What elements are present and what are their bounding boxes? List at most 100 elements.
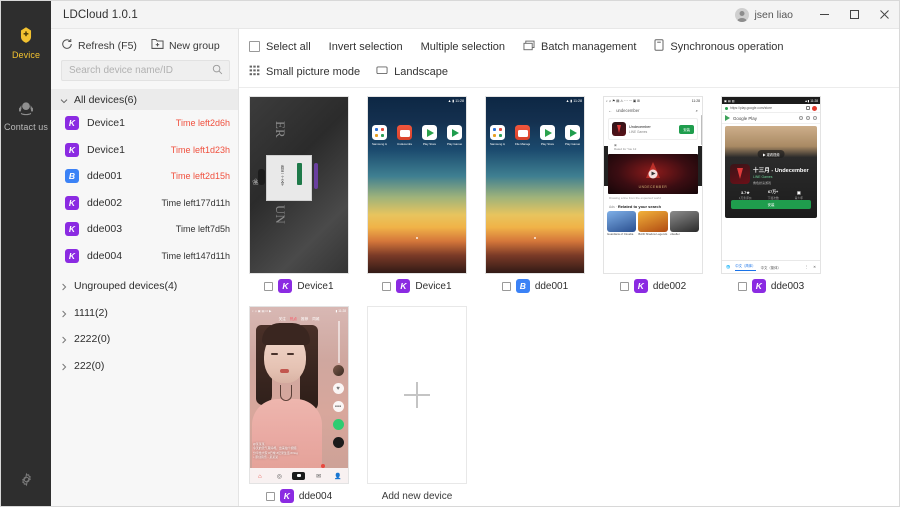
chrome-screen: ▣ ▤ ▥▲▮ 11:28https://play.google.com/sto… <box>722 97 820 273</box>
device-card-checkbox[interactable] <box>382 282 391 291</box>
sidebar-group[interactable]: 2222(0) <box>51 326 238 353</box>
comment-icon: ▪▪▪ <box>333 401 344 412</box>
home-app-icon[interactable]: Play Store <box>540 125 555 146</box>
translate-menu-icon[interactable]: ⋮ <box>805 265 808 269</box>
home-app-icon[interactable]: Undecember <box>397 125 412 146</box>
install-button[interactable]: 安装 <box>731 200 811 209</box>
select-all-button[interactable]: Select all <box>249 41 311 53</box>
home-app-icon[interactable]: Play Games <box>447 125 462 146</box>
batch-management-button[interactable]: Batch management <box>523 40 636 54</box>
search-icon[interactable]: ⌕ <box>696 108 698 113</box>
sidebar-device-row[interactable]: KDevice1Time left1d23h <box>51 137 238 164</box>
settings-button[interactable] <box>1 472 51 492</box>
sidebar-group-all-devices[interactable]: All devices(6) <box>51 89 238 110</box>
device-card[interactable]: ♪ ♫ ▣ ▤ ⊡ ▶▮ 11:28关注热点推荐同城♥▪▪▪@某某某今天的天气真… <box>249 306 349 506</box>
synchronous-operation-button[interactable]: Synchronous operation <box>654 39 783 54</box>
search-icon[interactable] <box>799 116 803 120</box>
refresh-button[interactable]: Refresh (F5) <box>61 38 137 53</box>
play-search-bar[interactable]: ←undecember⌕ <box>608 105 698 116</box>
tiktok-nav-item[interactable]: ◎朋友 <box>272 465 286 484</box>
device-screen-preview[interactable]: ▣ ▤ ▥▲▮ 11:28https://play.google.com/sto… <box>721 96 821 274</box>
rail-item-device[interactable]: Device <box>1 17 51 67</box>
related-app-tile[interactable]: Lifeafter <box>670 211 699 240</box>
small-picture-mode-button[interactable]: Small picture mode <box>249 65 360 79</box>
multiple-selection-button[interactable]: Multiple selection <box>421 41 505 53</box>
back-arrow-icon[interactable]: ← <box>608 108 612 113</box>
tiktok-tab[interactable]: 关注 <box>279 317 286 322</box>
device-card[interactable]: ▲▮11:28Samsung AppsUndecemberPlay StoreP… <box>367 96 467 298</box>
page-scrollbar[interactable] <box>338 321 339 363</box>
page-scrollbar[interactable] <box>701 115 703 145</box>
install-button[interactable]: 安装 <box>679 125 694 134</box>
device-screen-preview[interactable]: ▲▮11:28Samsung AppsFile ManagerPlay Stor… <box>485 96 585 274</box>
tiktok-tab[interactable]: 热点 <box>290 317 297 322</box>
menu-icon[interactable] <box>812 106 817 111</box>
tiktok-nav-item[interactable]: ✉消息 <box>312 465 326 484</box>
music-disc[interactable] <box>333 437 344 448</box>
settings-icon[interactable] <box>813 116 817 120</box>
device-card-checkbox[interactable] <box>502 282 511 291</box>
device-card-footer: Kdde003 <box>721 274 821 298</box>
sidebar-device-row[interactable]: Kdde002Time left177d11h <box>51 190 238 217</box>
device-card[interactable]: ▲▮11:28Samsung AppsFile ManagerPlay Stor… <box>485 96 585 298</box>
home-app-icon[interactable]: File Manager <box>515 125 530 146</box>
device-card-checkbox[interactable] <box>264 282 273 291</box>
device-card-checkbox[interactable] <box>620 282 629 291</box>
tiktok-tab[interactable]: 同城 <box>312 317 319 322</box>
sidebar-group[interactable]: Ungrouped devices(4) <box>51 273 238 300</box>
sidebar-group[interactable]: 1111(2) <box>51 300 238 327</box>
add-new-device-card[interactable]: Add new device <box>367 306 467 506</box>
home-app-icon[interactable]: Samsung Apps <box>490 125 505 146</box>
sidebar-device-row[interactable]: KDevice1Time left2d6h <box>51 110 238 137</box>
checkbox-icon[interactable] <box>249 41 260 52</box>
device-card-checkbox[interactable] <box>738 282 747 291</box>
search-input[interactable] <box>62 65 229 76</box>
sidebar-device-row[interactable]: Kdde004Time left147d11h <box>51 243 238 270</box>
landscape-button[interactable]: Landscape <box>376 65 448 79</box>
minimize-button[interactable] <box>809 1 839 29</box>
tiktok-create-button[interactable] <box>292 472 306 480</box>
related-app-tile[interactable]: BAID Shadow Legends <box>638 211 667 240</box>
tiktok-nav-item[interactable]: ⌂首页 <box>253 465 267 484</box>
sidebar-device-row[interactable]: Kdde003Time left7d5h <box>51 216 238 243</box>
invert-selection-button[interactable]: Invert selection <box>329 41 403 53</box>
comment-button[interactable]: ▪▪▪ <box>333 401 344 412</box>
device-card[interactable]: ♪ ♫ ⚑ ▤ ⚠ ⋯ ⋯ ▣ ⊞11:28←undecember⌕Undece… <box>603 96 703 298</box>
help-icon[interactable] <box>806 116 810 120</box>
tabs-icon[interactable] <box>806 106 810 110</box>
new-group-button[interactable]: New group <box>151 38 220 53</box>
play-button-icon[interactable] <box>649 170 658 179</box>
home-app-icon[interactable]: Play Store <box>422 125 437 146</box>
device-card[interactable]: ERUN❀我是一个文字KDevice1 <box>249 96 349 298</box>
add-device-drop-area[interactable] <box>367 306 467 484</box>
device-screen-preview[interactable]: ERUN❀我是一个文字 <box>249 96 349 274</box>
device-screen-preview[interactable]: ▲▮11:28Samsung AppsUndecemberPlay StoreP… <box>367 96 467 274</box>
app-video-preview[interactable]: UNDECEMBER <box>608 154 698 194</box>
sidebar-group-label: Ungrouped devices(4) <box>74 280 177 292</box>
browser-omnibox[interactable]: https://play.google.com/store <box>722 104 820 113</box>
device-screen-preview[interactable]: ♪ ♫ ⚑ ▤ ⚠ ⋯ ⋯ ▣ ⊞11:28←undecember⌕Undece… <box>603 96 703 274</box>
tiktok-tab[interactable]: 推荐 <box>301 317 308 322</box>
related-app-tile[interactable]: Guardians of Cloudia <box>607 211 636 240</box>
translate-close-icon[interactable]: ✕ <box>813 265 816 269</box>
device-card-checkbox[interactable] <box>266 492 275 501</box>
device-card[interactable]: ▣ ▤ ▥▲▮ 11:28https://play.google.com/sto… <box>721 96 821 298</box>
close-button[interactable] <box>869 1 899 29</box>
home-app-icon[interactable]: Play Games <box>565 125 580 146</box>
author-avatar[interactable] <box>333 365 344 376</box>
sidebar-group[interactable]: 222(0) <box>51 353 238 380</box>
device-screen-preview[interactable]: ♪ ♫ ▣ ▤ ⊡ ▶▮ 11:28关注热点推荐同城♥▪▪▪@某某某今天的天气真… <box>249 306 349 484</box>
translate-tab-traditional[interactable]: 中文（繁体） <box>761 265 781 270</box>
play-app-result[interactable]: UndecemberLINE Games安装 <box>608 118 698 140</box>
translate-tab-simplified[interactable]: 中文（简体） <box>735 263 755 271</box>
sidebar-device-row[interactable]: Bdde001Time left2d15h <box>51 163 238 190</box>
search-box[interactable] <box>61 60 230 81</box>
maximize-button[interactable] <box>839 1 869 29</box>
watch-video-button[interactable]: ▶ 观看视频 <box>758 150 785 158</box>
home-app-icon[interactable]: Samsung Apps <box>372 125 387 146</box>
like-button[interactable]: ♥ <box>333 383 344 394</box>
share-button[interactable] <box>333 419 344 430</box>
tiktok-nav-item[interactable]: 👤我 <box>331 465 345 484</box>
user-account[interactable]: jsen liao <box>735 8 793 22</box>
rail-item-contact-us[interactable]: Contact us <box>1 89 51 139</box>
